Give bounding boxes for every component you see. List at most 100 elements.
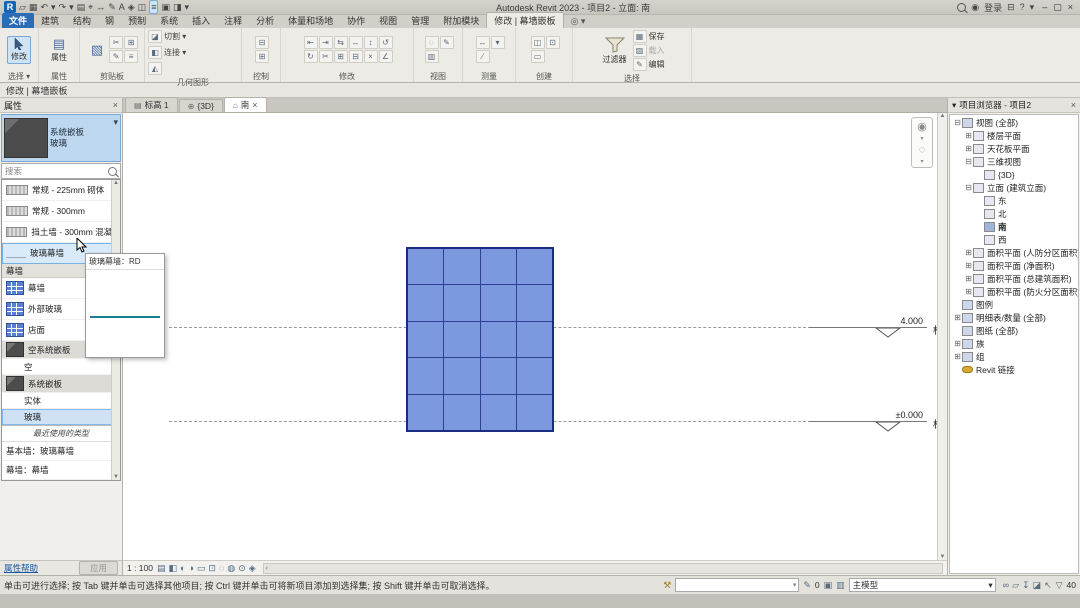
delete-icon[interactable]: × xyxy=(364,50,378,63)
user-icon[interactable]: ◉ xyxy=(971,2,979,13)
filter-button[interactable]: 过滤器 xyxy=(600,36,630,66)
apply-button[interactable]: 应用 xyxy=(79,561,118,575)
tree-item-三维视图[interactable]: ⊟三维视图 xyxy=(950,155,1078,168)
minimize-icon[interactable]: – xyxy=(1039,2,1050,12)
restore-icon[interactable]: ▢ xyxy=(1050,2,1065,12)
tree-item-北[interactable]: 北 xyxy=(950,207,1078,220)
tree-item-西[interactable]: 西 xyxy=(950,233,1078,246)
tree-item-{3D}[interactable]: {3D} xyxy=(950,168,1078,181)
pin-icon[interactable]: ∠ xyxy=(379,50,393,63)
curtain-panel[interactable] xyxy=(517,395,552,430)
match-type-icon[interactable]: ✎ xyxy=(109,50,123,63)
type-list-item[interactable]: 空 xyxy=(2,359,120,375)
help-dropdown-icon[interactable]: ▾ xyxy=(1030,2,1035,13)
view-tab-close-icon[interactable]: × xyxy=(252,100,257,110)
tree-item-Revit 链接[interactable]: Revit 链接 xyxy=(950,363,1078,376)
tree-expander-icon[interactable]: ⊞ xyxy=(953,313,962,322)
print-icon[interactable]: ▤ xyxy=(77,1,86,13)
copy-icon[interactable]: ↕ xyxy=(364,36,378,49)
search-icon[interactable] xyxy=(957,3,966,12)
tree-expander-icon[interactable]: ⊞ xyxy=(964,248,973,257)
close-icon[interactable]: × xyxy=(1065,2,1076,12)
tab-分析[interactable]: 分析 xyxy=(249,13,281,28)
undo-dropdown-icon[interactable]: ▾ xyxy=(51,1,56,13)
select-underlay-elements-icon[interactable]: ▱ xyxy=(1012,580,1019,590)
tree-expander-icon[interactable]: ⊞ xyxy=(964,274,973,283)
analytical-model-icon[interactable]: ◈ xyxy=(249,563,256,573)
tab-file[interactable]: 文件 xyxy=(2,13,34,28)
type-search-input[interactable]: 搜索 xyxy=(1,163,121,179)
curtain-panel[interactable] xyxy=(481,249,516,284)
curtain-panel[interactable] xyxy=(444,358,479,393)
view-scale-button[interactable]: 1 : 100 xyxy=(127,563,153,573)
tab-系统[interactable]: 系统 xyxy=(153,13,185,28)
hide-in-view-icon[interactable]: ◌ xyxy=(425,36,439,49)
join-geometry-button[interactable]: ◧连接 ▾ xyxy=(148,46,186,59)
text-icon[interactable]: A xyxy=(119,1,125,13)
type-list-item[interactable]: 系统嵌板 xyxy=(2,375,120,393)
recent-type-item[interactable]: 基本墙：玻璃幕墙 xyxy=(2,442,120,461)
curtain-panel[interactable] xyxy=(408,285,443,320)
open-icon[interactable]: ▱ xyxy=(19,1,26,13)
workset-select[interactable]: ▾ xyxy=(675,578,799,592)
tree-item-南[interactable]: 南 xyxy=(950,220,1078,233)
align-icon[interactable]: ⇤ xyxy=(304,36,318,49)
redo-dropdown-icon[interactable]: ▾ xyxy=(69,1,74,13)
curtain-panel[interactable] xyxy=(408,358,443,393)
navigation-bar[interactable]: ◉▾◌▾ xyxy=(911,117,933,168)
move-icon[interactable]: ↔ xyxy=(349,36,363,49)
scroll-down-icon[interactable]: ▼ xyxy=(113,474,119,480)
select-elements-by-face-icon[interactable]: ◪ xyxy=(1033,580,1042,590)
elevation-view-canvas[interactable]: 4.000 标高 2 ±0.000 标高 1 ◉▾◌▾ ▲ ▼ xyxy=(123,113,947,560)
shadows-icon[interactable]: ◑ xyxy=(188,563,193,573)
tree-expander-icon[interactable]: ⊞ xyxy=(953,339,962,348)
tree-expander-icon[interactable]: ⊟ xyxy=(964,183,973,192)
tree-expander-icon[interactable]: ⊞ xyxy=(964,131,973,140)
tree-item-立面 (建筑立面)[interactable]: ⊟立面 (建筑立面) xyxy=(950,181,1078,194)
tree-item-东[interactable]: 东 xyxy=(950,194,1078,207)
measure-icon[interactable]: ⌖ xyxy=(88,1,93,13)
crop-region-visibility-icon[interactable]: ⊡ xyxy=(208,563,216,573)
tree-expander-icon[interactable]: ⊟ xyxy=(964,157,973,166)
tab-预制[interactable]: 预制 xyxy=(121,13,153,28)
tree-expander-icon[interactable]: ⊞ xyxy=(964,261,973,270)
create-group-icon[interactable]: ◫ xyxy=(531,36,545,49)
tab-结构[interactable]: 结构 xyxy=(66,13,98,28)
curtain-panel[interactable] xyxy=(517,322,552,357)
design-option-select[interactable]: 主模型 ▾ xyxy=(849,578,996,592)
undo-icon[interactable]: ↶ xyxy=(40,1,48,13)
default-3d-view-icon[interactable]: ◈ xyxy=(128,1,135,13)
section-icon[interactable]: ◫ xyxy=(138,1,147,13)
create-similar-icon[interactable]: ⊡ xyxy=(546,36,560,49)
curtain-panel[interactable] xyxy=(517,285,552,320)
tag-by-category-icon[interactable]: ✎ xyxy=(108,1,116,13)
curtain-panel[interactable] xyxy=(444,395,479,430)
type-list-item[interactable]: 常规 - 225mm 砌体 xyxy=(2,180,120,201)
tab-注释[interactable]: 注释 xyxy=(217,13,249,28)
offset-icon[interactable]: ⇥ xyxy=(319,36,333,49)
panel-label-select[interactable]: 选择 ▾ xyxy=(0,71,38,82)
thin-lines-icon[interactable]: ≡ xyxy=(149,0,158,14)
drag-elements-on-selection-icon[interactable]: ↖ xyxy=(1044,580,1052,590)
edit-family-icon[interactable]: ⊞ xyxy=(255,50,269,63)
view-tab-南[interactable]: ⌂南× xyxy=(224,97,267,112)
tab-options-icon[interactable]: ◎ ▾ xyxy=(564,15,593,28)
override-graphics-icon[interactable]: ✎ xyxy=(440,36,454,49)
browser-close-icon[interactable]: × xyxy=(1071,100,1076,110)
mirror-icon[interactable]: ⇆ xyxy=(334,36,348,49)
curtain-panel[interactable] xyxy=(481,358,516,393)
tree-item-面积平面 (防火分区面积)[interactable]: ⊞面积平面 (防火分区面积) xyxy=(950,285,1078,298)
zoom-dropdown-icon[interactable]: ▾ xyxy=(920,158,923,165)
modify-tool-button[interactable]: 修改 xyxy=(7,36,31,64)
select-pinned-elements-icon[interactable]: ↧ xyxy=(1022,580,1030,590)
vertical-scrollbar[interactable]: ▲ ▼ xyxy=(937,113,947,560)
split-icon[interactable]: ✂ xyxy=(319,50,333,63)
design-options-edit-icon[interactable]: ▥ xyxy=(836,580,845,591)
type-list-item[interactable]: 实体 xyxy=(2,393,120,409)
tree-expander-icon[interactable]: ⊞ xyxy=(964,287,973,296)
cut-to-clipboard-icon[interactable]: ✂ xyxy=(109,36,123,49)
editing-requests-icon[interactable]: ✎ xyxy=(803,580,811,591)
tab-建筑[interactable]: 建筑 xyxy=(34,13,66,28)
scroll-up-icon[interactable]: ▲ xyxy=(940,113,946,119)
tree-item-面积平面 (总建筑面积)[interactable]: ⊞面积平面 (总建筑面积) xyxy=(950,272,1078,285)
